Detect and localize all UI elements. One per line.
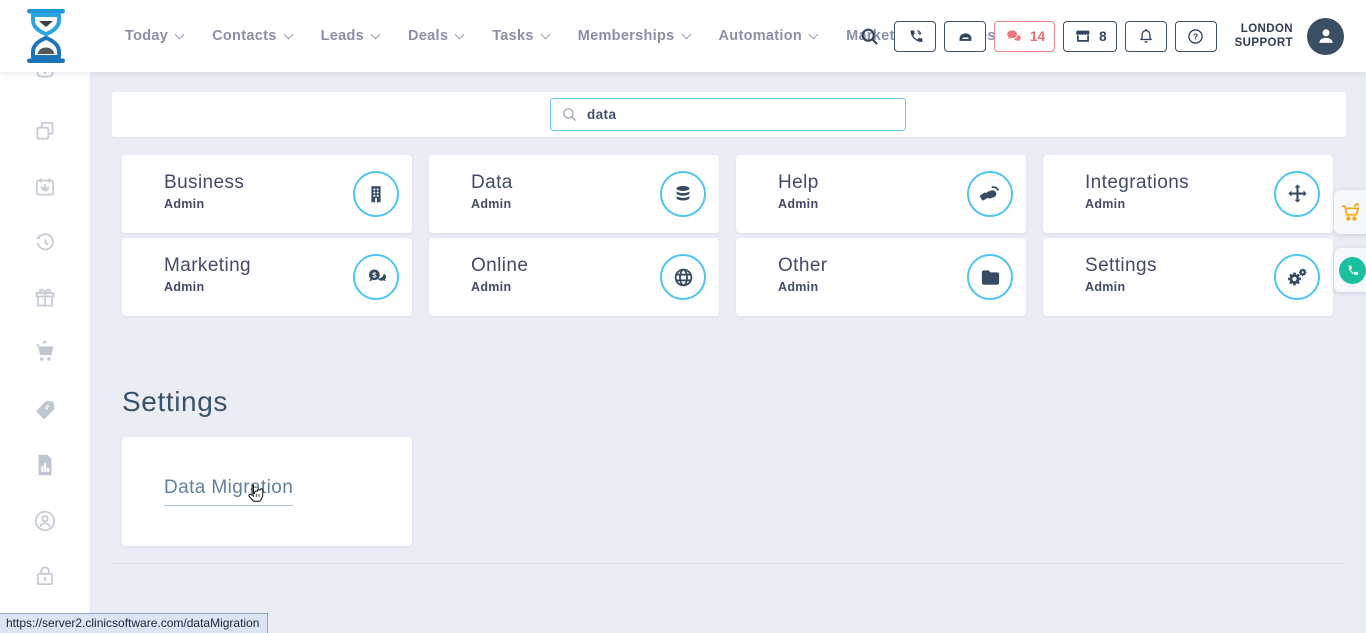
gift-icon[interactable] (32, 285, 58, 311)
data-migration-card[interactable]: Data Migration (122, 437, 412, 546)
card-icon-circle (967, 254, 1013, 300)
globe-icon (672, 266, 695, 289)
folder-icon (979, 266, 1002, 289)
card-settings[interactable]: Settings Admin (1043, 238, 1333, 316)
user-badge-icon[interactable] (32, 508, 58, 534)
chevron-down-icon (175, 29, 185, 39)
card-business[interactable]: Business Admin (122, 155, 412, 233)
report-icon[interactable] (32, 452, 58, 478)
handshake-icon (978, 182, 1002, 206)
user-icon (1315, 25, 1337, 47)
module-search (550, 98, 906, 131)
card-icon-circle (1274, 254, 1320, 300)
card-data[interactable]: Data Admin (429, 155, 719, 233)
top-header: Today Contacts Leads Deals Tasks Members… (0, 0, 1366, 72)
move-arrows-icon (1286, 183, 1309, 206)
card-other[interactable]: Other Admin (736, 238, 1026, 316)
search-input[interactable] (550, 98, 906, 131)
nav-label: Automation (719, 28, 803, 44)
account-name-line2: SUPPORT (1235, 36, 1293, 50)
card-icon-circle (967, 171, 1013, 217)
chevron-down-icon (283, 29, 293, 39)
price-tag-icon[interactable]: $ (32, 397, 58, 423)
left-sidebar: $ (0, 0, 90, 633)
bell-icon (1137, 27, 1155, 46)
search-icon[interactable] (859, 26, 880, 47)
header-toolbar: 14 8 ? LONDON SUPPORT (859, 0, 1344, 72)
chat-count-badge: 14 (1030, 29, 1045, 44)
chevron-down-icon (455, 29, 465, 39)
inbox-button[interactable] (944, 21, 986, 52)
hourglass-logo[interactable] (20, 8, 72, 64)
card-online[interactable]: Online Admin (429, 238, 719, 316)
account-name: LONDON SUPPORT (1235, 22, 1293, 51)
calendar-download-icon[interactable] (32, 174, 58, 200)
cart-icon[interactable] (32, 340, 58, 366)
shop-icon (1073, 27, 1093, 46)
chevron-down-icon (371, 29, 381, 39)
card-help[interactable]: Help Admin (736, 155, 1026, 233)
gears-icon (1285, 265, 1309, 289)
module-cards-grid: Business Admin Data Admin Help Admin (122, 155, 1334, 316)
chat-dollar-icon: $ (365, 266, 388, 289)
nav-today[interactable]: Today (125, 28, 183, 44)
shop-button[interactable]: 8 (1063, 21, 1117, 52)
copy-icon[interactable] (32, 118, 58, 144)
help-icon: ? (1186, 27, 1205, 46)
account-name-line1: LONDON (1235, 22, 1293, 36)
database-icon (672, 183, 694, 205)
shop-count-badge: 8 (1099, 29, 1107, 44)
module-search-bar (112, 92, 1346, 137)
history-icon[interactable] (32, 230, 58, 256)
browser-status-bar: https://server2.clinicsoftware.com/dataM… (0, 613, 268, 633)
inbox-icon (955, 27, 976, 46)
floating-cart-tab[interactable] (1334, 190, 1366, 234)
phone-button[interactable] (894, 21, 936, 52)
phone-icon (906, 27, 925, 46)
nav-label: Tasks (492, 28, 534, 44)
chevron-down-icon (540, 29, 550, 39)
nav-label: Today (125, 28, 168, 44)
card-icon-circle: $ (353, 254, 399, 300)
card-icon-circle (1274, 171, 1320, 217)
nav-deals[interactable]: Deals (408, 28, 463, 44)
shopping-cart-icon (1339, 200, 1364, 225)
nav-contacts[interactable]: Contacts (212, 28, 291, 44)
data-migration-link[interactable]: Data Migration (164, 477, 293, 506)
chevron-down-icon (809, 29, 819, 39)
card-integrations[interactable]: Integrations Admin (1043, 155, 1333, 233)
nav-automation[interactable]: Automation (719, 28, 818, 44)
nav-label: Leads (321, 28, 364, 44)
floating-whatsapp-tab[interactable] (1334, 248, 1366, 292)
nav-label: Memberships (578, 28, 675, 44)
svg-text:?: ? (1193, 31, 1198, 41)
user-avatar[interactable] (1307, 18, 1344, 55)
card-icon-circle (353, 171, 399, 217)
nav-tasks[interactable]: Tasks (492, 28, 549, 44)
whatsapp-icon (1339, 257, 1366, 284)
svg-text:$: $ (372, 270, 377, 279)
building-icon (365, 183, 387, 205)
section-divider (112, 563, 1345, 564)
chat-icon (1004, 27, 1024, 45)
nav-memberships[interactable]: Memberships (578, 28, 690, 44)
chevron-down-icon (681, 29, 691, 39)
notifications-button[interactable] (1125, 21, 1167, 52)
card-marketing[interactable]: Marketing Admin $ (122, 238, 412, 316)
section-heading-settings: Settings (122, 386, 228, 418)
lock-icon[interactable] (32, 563, 58, 589)
search-input-icon (561, 106, 578, 123)
card-icon-circle (660, 171, 706, 217)
nav-label: Deals (408, 28, 448, 44)
chat-button[interactable]: 14 (994, 21, 1055, 52)
nav-leads[interactable]: Leads (321, 28, 379, 44)
nav-label: Contacts (212, 28, 276, 44)
card-icon-circle (660, 254, 706, 300)
help-button[interactable]: ? (1175, 21, 1217, 52)
